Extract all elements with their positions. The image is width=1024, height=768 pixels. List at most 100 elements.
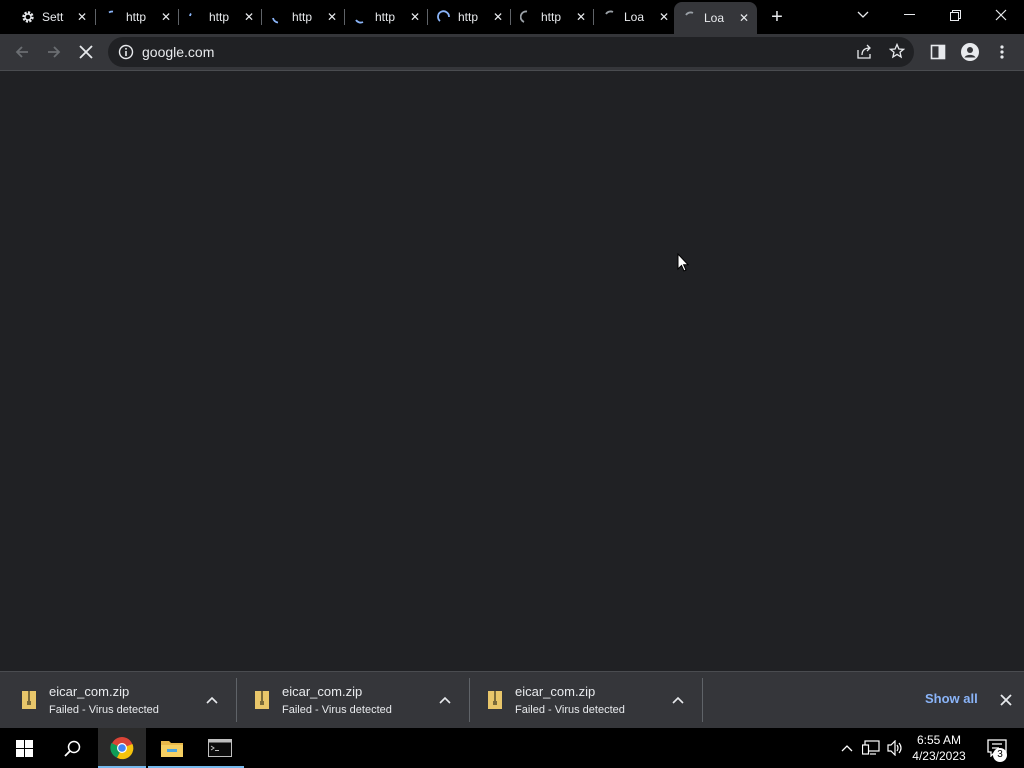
notification-count-badge: 3: [993, 748, 1007, 762]
download-item[interactable]: eicar_com.zip Failed - Virus detected: [466, 672, 699, 728]
taskbar-chrome[interactable]: [98, 728, 146, 768]
loading-spinner-icon: [270, 9, 286, 25]
chevron-up-icon[interactable]: [437, 692, 453, 708]
download-status: Failed - Virus detected: [49, 704, 159, 716]
tab-search-button[interactable]: [840, 0, 886, 30]
info-icon[interactable]: [118, 44, 134, 65]
gear-icon: [20, 9, 36, 25]
tab-http-4[interactable]: http ✕: [345, 0, 428, 34]
tab-title: http: [541, 10, 562, 24]
download-filename: eicar_com.zip: [515, 684, 596, 699]
tab-close-icon[interactable]: ✕: [158, 9, 174, 25]
close-icon: [1000, 694, 1012, 706]
page-content: [0, 71, 1024, 671]
tab-http-2[interactable]: http ✕: [179, 0, 262, 34]
tab-title: http: [292, 10, 313, 24]
minimize-button[interactable]: [886, 0, 932, 30]
close-window-button[interactable]: [978, 0, 1024, 30]
tab-strip: Sett ✕ http ✕ http ✕ http ✕ http ✕ http …: [0, 0, 1024, 34]
close-shelf-button[interactable]: [996, 690, 1016, 710]
tab-loading-1[interactable]: Loa ✕: [594, 0, 677, 34]
tab-close-icon[interactable]: ✕: [241, 9, 257, 25]
tab-title: http: [458, 10, 479, 24]
tab-close-icon[interactable]: ✕: [324, 9, 340, 25]
tab-close-icon[interactable]: ✕: [736, 10, 752, 26]
loading-spinner-icon: [519, 9, 535, 25]
chrome-icon: [110, 737, 134, 760]
download-item[interactable]: eicar_com.zip Failed - Virus detected: [0, 672, 233, 728]
system-clock[interactable]: 6:55 AM 4/23/2023: [908, 732, 970, 764]
tab-loading-active[interactable]: Loa ✕: [674, 2, 757, 34]
tab-title: Loa: [624, 10, 645, 24]
download-filename: eicar_com.zip: [49, 684, 130, 699]
tab-title: Loa: [704, 11, 725, 25]
loading-spinner-icon: [436, 9, 452, 25]
tab-close-icon[interactable]: ✕: [490, 9, 506, 25]
download-status: Failed - Virus detected: [515, 704, 625, 716]
chevron-up-icon: [841, 745, 853, 752]
close-icon: [995, 9, 1007, 21]
taskbar-terminal[interactable]: [196, 728, 244, 768]
share-icon[interactable]: [856, 44, 873, 65]
tab-close-icon[interactable]: ✕: [656, 9, 672, 25]
volume-icon[interactable]: [884, 728, 906, 768]
tab-close-icon[interactable]: ✕: [407, 9, 423, 25]
loading-spinner-icon: [187, 9, 203, 25]
menu-button[interactable]: [988, 38, 1016, 66]
url-text: google.com: [142, 44, 215, 60]
more-vert-icon: [1000, 45, 1004, 59]
tab-http-6[interactable]: http ✕: [511, 0, 594, 34]
tab-http-5[interactable]: http ✕: [428, 0, 511, 34]
show-all-downloads-button[interactable]: Show all: [925, 691, 978, 706]
tab-http-3[interactable]: http ✕: [262, 0, 345, 34]
zip-file-icon: [488, 691, 502, 709]
start-button[interactable]: [0, 728, 48, 768]
new-tab-button[interactable]: +: [765, 5, 789, 29]
forward-button[interactable]: [40, 38, 68, 66]
stop-loading-button[interactable]: [72, 38, 100, 66]
tab-close-icon[interactable]: ✕: [573, 9, 589, 25]
side-panel-icon: [930, 44, 946, 60]
browser-toolbar: google.com: [0, 34, 1024, 71]
minimize-icon: [903, 14, 915, 15]
search-icon: [63, 740, 80, 757]
loading-spinner-icon: [682, 10, 698, 26]
download-shelf: eicar_com.zip Failed - Virus detected ei…: [0, 671, 1024, 728]
side-panel-button[interactable]: [924, 38, 952, 66]
tab-title: http: [126, 10, 147, 24]
restore-button[interactable]: [932, 0, 978, 30]
download-filename: eicar_com.zip: [282, 684, 363, 699]
download-item[interactable]: eicar_com.zip Failed - Virus detected: [233, 672, 466, 728]
address-bar[interactable]: google.com: [108, 37, 914, 67]
chevron-up-icon[interactable]: [670, 692, 686, 708]
windows-logo-icon: [15, 739, 33, 757]
arrow-right-icon: [48, 46, 61, 58]
tab-title: Sett: [42, 10, 64, 24]
zip-file-icon: [255, 691, 269, 709]
network-icon[interactable]: [860, 728, 882, 768]
tab-close-icon[interactable]: ✕: [74, 9, 90, 25]
taskbar-file-explorer[interactable]: [148, 728, 196, 768]
search-button[interactable]: [48, 728, 96, 768]
download-separator: [702, 678, 703, 722]
loading-spinner-icon: [353, 9, 369, 25]
show-hidden-icons-button[interactable]: [838, 728, 856, 768]
tab-settings[interactable]: Sett ✕: [12, 0, 95, 34]
chevron-up-icon[interactable]: [204, 692, 220, 708]
arrow-left-icon: [15, 46, 28, 58]
bookmark-star-icon[interactable]: [888, 42, 906, 64]
tab-title: http: [375, 10, 396, 24]
profile-avatar-icon: [961, 43, 979, 61]
clock-date: 4/23/2023: [912, 749, 966, 763]
profile-button[interactable]: [956, 38, 984, 66]
windows-taskbar: 6:55 AM 4/23/2023 3: [0, 728, 1024, 768]
folder-icon: [161, 741, 183, 757]
restore-icon: [949, 9, 961, 21]
tab-title: http: [209, 10, 230, 24]
download-status: Failed - Virus detected: [282, 704, 392, 716]
close-icon: [79, 45, 93, 59]
clock-time: 6:55 AM: [916, 733, 962, 747]
tab-http-1[interactable]: http ✕: [96, 0, 179, 34]
back-button[interactable]: [8, 38, 36, 66]
mouse-cursor-icon: [677, 252, 690, 277]
